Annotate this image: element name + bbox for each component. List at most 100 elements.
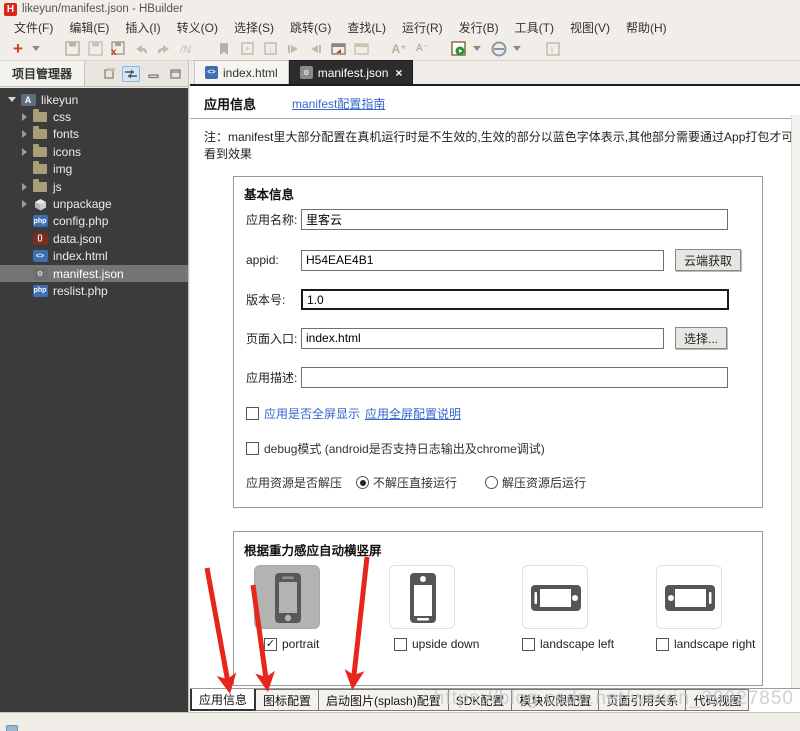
tree-item-manifest-json[interactable]: ⚙ manifest.json [0,264,188,283]
portrait-checkbox[interactable] [264,637,277,651]
fullscreen-guide-link[interactable]: 应用全屏配置说明 [365,405,461,422]
app-name-input[interactable] [301,209,728,230]
open-in-window-icon[interactable] [329,40,349,58]
description-input[interactable] [301,367,728,388]
format-code-icon[interactable]: /N [177,40,197,58]
about-info-icon[interactable]: i [543,40,563,58]
run-caret-icon[interactable] [473,46,481,51]
tree-item-reslist-php[interactable]: php reslist.php [0,282,188,299]
menu-help[interactable]: 帮助(H) [618,17,675,38]
landscape-right-tile[interactable] [656,565,722,629]
minimize-panel-icon[interactable] [144,66,162,82]
tree-item-index-html[interactable]: <> index.html [0,248,188,265]
tab-sdk-config[interactable]: SDK配置 [448,689,513,711]
fullscreen-checkbox[interactable] [246,407,259,420]
upside-down-phone-icon [410,573,436,623]
tab-page-reference[interactable]: 页面引用关系 [599,689,687,711]
expander-icon[interactable] [18,130,30,139]
expander-icon[interactable] [6,97,18,103]
menu-tools[interactable]: 工具(T) [507,17,562,38]
tree-item-css[interactable]: css [0,108,188,125]
menu-view[interactable]: 视图(V) [562,17,618,38]
svg-text:↓: ↓ [268,44,273,54]
version-input[interactable] [301,289,729,310]
choose-entry-button[interactable]: 选择... [675,327,728,349]
landscape-left-checkbox[interactable] [522,637,535,651]
close-tab-icon[interactable]: × [395,66,402,80]
expander-icon[interactable] [18,200,30,209]
menu-insert[interactable]: 插入(I) [117,17,168,38]
collapse-all-icon[interactable] [100,66,118,82]
jump-next-icon[interactable] [306,40,326,58]
font-decrease-icon[interactable]: A⁻ [412,40,432,58]
menu-select[interactable]: 选择(S) [226,17,282,38]
maximize-panel-icon[interactable] [166,66,184,82]
tab-code-view[interactable]: 代码视图 [686,689,750,711]
undo-icon[interactable] [131,40,151,58]
portrait-tile[interactable] [254,565,320,629]
link-with-editor-icon[interactable] [122,65,140,82]
tab-module-permission-config[interactable]: 模块权限配置 [512,689,600,711]
project-manager-panel: 项目管理器 A likeyun css fonts icons img js u… [0,61,189,712]
menu-file[interactable]: 文件(F) [6,17,61,38]
jump-previous-icon[interactable] [283,40,303,58]
menu-run[interactable]: 运行(R) [394,17,451,38]
switch-window-icon[interactable] [352,40,372,58]
tab-manifest-json[interactable]: ⚙ manifest.json × [288,60,414,84]
landscape-left-label: landscape left [540,637,615,651]
tree-item-img[interactable]: img [0,161,188,178]
new-plus-icon[interactable]: + [8,40,28,58]
page-title: 应用信息 [204,96,257,112]
expander-icon[interactable] [18,113,30,122]
manifest-file-icon: ⚙ [32,267,48,280]
new-caret-icon[interactable] [32,46,40,51]
tab-icon-config[interactable]: 图标配置 [256,689,320,711]
save-all-icon[interactable] [85,40,105,58]
landscape-left-tile[interactable] [522,565,588,629]
tab-index-html[interactable]: <> index.html [194,60,289,84]
cloud-fetch-button[interactable]: 云端获取 [675,249,742,271]
browser-caret-icon[interactable] [513,46,521,51]
landscape-right-checkbox[interactable] [656,637,669,651]
tree-item-js[interactable]: js [0,178,188,195]
redo-icon[interactable] [154,40,174,58]
run-without-unzip-radio[interactable] [356,476,370,489]
debug-checkbox[interactable] [246,442,259,455]
menu-publish[interactable]: 发行(B) [451,17,507,38]
tree-item-data-json[interactable]: {} data.json [0,230,188,247]
config-tab-bar: 应用信息 图标配置 启动图片(splash)配置 SDK配置 模块权限配置 页面… [190,688,800,712]
menu-goto[interactable]: 跳转(G) [282,17,339,38]
tree-item-likeyun[interactable]: A likeyun [0,91,188,108]
tree-item-config-php[interactable]: php config.php [0,213,188,230]
run-icon[interactable] [449,40,469,58]
expander-icon[interactable] [18,147,30,156]
tree-item-icons[interactable]: icons [0,143,188,160]
new-file-icon[interactable]: + [237,40,257,58]
folder-icon [32,161,48,176]
menu-edit[interactable]: 编辑(E) [61,17,117,38]
bookmark-icon[interactable] [214,40,234,58]
manifest-note: 注：manifest里大部分配置在真机运行时是不生效的,生效的部分以蓝色字体表示… [204,130,794,161]
upside-down-tile[interactable] [389,565,455,629]
save-icon[interactable] [62,40,82,58]
orientation-legend: 根据重力感应自动横竖屏 [244,544,382,558]
tree-item-fonts[interactable]: fonts [0,126,188,143]
tab-app-info[interactable]: 应用信息 [190,689,257,711]
tree-item-unpackage[interactable]: unpackage [0,195,188,212]
upside-down-checkbox[interactable] [394,637,407,651]
font-increase-icon[interactable]: A⁺ [389,40,409,58]
entry-page-input[interactable] [301,327,664,349]
run-after-unzip-radio[interactable] [485,476,499,489]
appid-input[interactable] [301,249,664,271]
menu-find[interactable]: 查找(L) [339,17,394,38]
save-close-icon[interactable]: x [108,40,128,58]
manifest-guide-link[interactable]: manifest配置指南 [292,95,385,112]
project-manager-tab[interactable]: 项目管理器 [0,61,86,86]
content-header: 应用信息 manifest配置指南 [190,88,800,119]
expander-icon[interactable] [18,182,30,191]
content-scrollbar[interactable] [791,115,800,715]
menu-escape[interactable]: 转义(O) [169,17,226,38]
browser-preview-icon[interactable] [489,40,509,58]
import-file-icon[interactable]: ↓ [260,40,280,58]
tab-splash-config[interactable]: 启动图片(splash)配置 [319,689,449,711]
